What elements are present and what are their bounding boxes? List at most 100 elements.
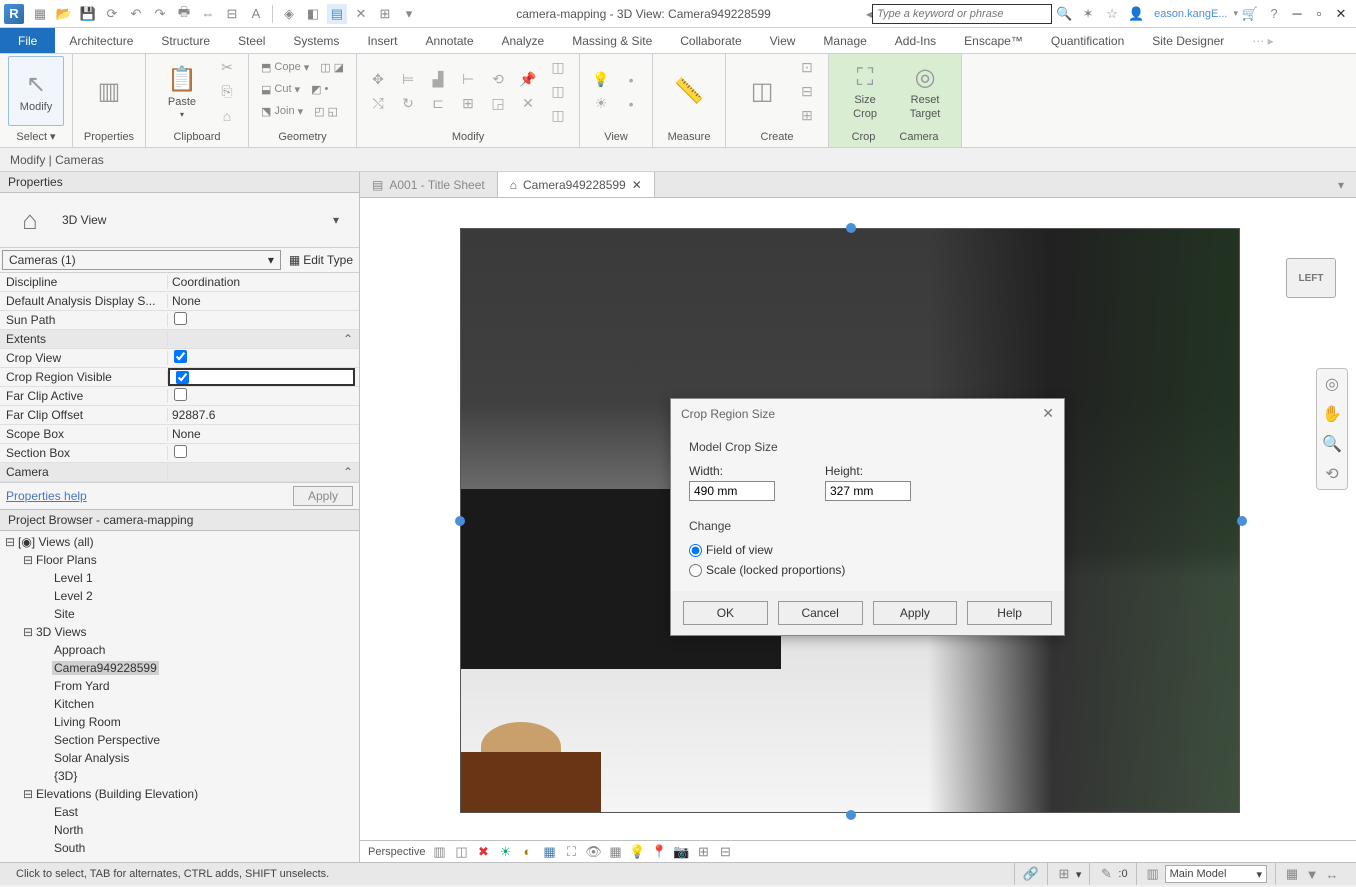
view-cube[interactable]: LEFT (1286, 258, 1336, 298)
vc-crop-icon[interactable]: ⛶ (563, 844, 579, 860)
qat-redo-icon[interactable]: ↷ (150, 4, 170, 24)
tab-collaborate[interactable]: Collaborate (666, 28, 755, 53)
qat-measure-icon[interactable]: ⇔ (198, 4, 218, 24)
qat-undo-icon[interactable]: ↶ (126, 4, 146, 24)
vc-scale-icon[interactable]: ▥ (431, 844, 447, 860)
qat-section-icon[interactable]: ◧ (303, 4, 323, 24)
vc-visual-icon[interactable]: ✖ (475, 844, 491, 860)
align-icon[interactable]: ⊨ (395, 69, 421, 91)
c2-icon[interactable]: ⊟ (794, 81, 820, 103)
sb-worksets-icon[interactable]: ⊞ (1056, 866, 1072, 882)
mirror-icon[interactable]: ▟ (425, 69, 451, 91)
type-selector[interactable]: ⌂ 3D View ▾ (0, 193, 359, 248)
tree-toggle-icon[interactable]: ⊟ (4, 535, 16, 549)
tab-extra-icon[interactable]: ⋯ ▸ (1238, 28, 1287, 53)
cope-button[interactable]: ⬒Cope ▾ ◫ ◪ (257, 56, 348, 78)
tree-item[interactable]: Kitchen (0, 695, 359, 713)
sb-editable-icon[interactable]: ✎ (1098, 866, 1114, 882)
tab-addins[interactable]: Add-Ins (881, 28, 950, 53)
properties-help-link[interactable]: Properties help (6, 489, 293, 503)
tab-steel[interactable]: Steel (224, 28, 279, 53)
tree-item[interactable]: Camera949228599 (0, 659, 359, 677)
tree-toggle-icon[interactable]: ⊟ (22, 553, 34, 567)
expand-icon[interactable]: ⌃ (168, 332, 359, 346)
vc-c2-icon[interactable]: ⊞ (695, 844, 711, 860)
modify-button[interactable]: ↖ Modify (8, 56, 64, 126)
prop-value[interactable]: None (168, 294, 359, 308)
favorite-icon[interactable]: ☆ (1102, 4, 1122, 24)
tabs-menu-icon[interactable]: ▾ (1326, 172, 1356, 197)
qat-thin-icon[interactable]: ▤ (327, 4, 347, 24)
close-button[interactable]: ✕ (1330, 3, 1352, 25)
sb-link-icon[interactable]: 🔗 (1023, 866, 1039, 882)
nav-zoom-icon[interactable]: 🔍 (1321, 433, 1343, 455)
restore-button[interactable]: ▫ (1308, 3, 1330, 25)
main-model-combo[interactable]: Main Model▾ (1165, 865, 1267, 883)
help-icon[interactable]: ? (1264, 4, 1284, 24)
offset-icon[interactable]: ↻ (395, 93, 421, 115)
copy-icon[interactable]: ⎘ (214, 81, 240, 103)
move-icon[interactable]: ✥ (365, 69, 391, 91)
qat-dim-icon[interactable]: ⊟ (222, 4, 242, 24)
qat-3d-icon[interactable]: ◈ (279, 4, 299, 24)
filter-combo[interactable]: Cameras (1)▾ (2, 250, 281, 270)
vc-hide-icon[interactable]: 👁 (585, 844, 601, 860)
tree-item[interactable]: North (0, 821, 359, 839)
tree-item[interactable]: Level 1 (0, 569, 359, 587)
vc-c3-icon[interactable]: ⊟ (717, 844, 733, 860)
del-icon[interactable]: ✕ (515, 93, 541, 115)
tab-view[interactable]: View (756, 28, 810, 53)
tab-title-sheet[interactable]: ▤A001 - Title Sheet (360, 172, 498, 197)
vc-render-icon[interactable]: ▦ (541, 844, 557, 860)
cancel-button[interactable]: Cancel (778, 601, 863, 625)
ok-button[interactable]: OK (683, 601, 768, 625)
expand-icon[interactable]: ⌃ (168, 465, 359, 479)
cut-icon[interactable]: ✂ (214, 57, 240, 79)
prop-value[interactable]: 92887.6 (168, 408, 359, 422)
tab-quantification[interactable]: Quantification (1037, 28, 1138, 53)
vc-prop-icon[interactable]: 📍 (651, 844, 667, 860)
nav-wheel-icon[interactable]: ◎ (1321, 373, 1343, 395)
tab-structure[interactable]: Structure (147, 28, 224, 53)
reset-target-button[interactable]: ◎ResetTarget (897, 57, 953, 127)
tree-item[interactable]: East (0, 803, 359, 821)
cut-geom-button[interactable]: ⬓Cut ▾ ◩ • (257, 78, 332, 100)
qat-open-icon[interactable]: 📂 (54, 4, 74, 24)
array-icon[interactable]: ⊞ (455, 93, 481, 115)
tab-sitedesigner[interactable]: Site Designer (1138, 28, 1238, 53)
sb-drag-icon[interactable]: ↔ (1324, 866, 1340, 882)
tab-analyze[interactable]: Analyze (488, 28, 559, 53)
match-icon[interactable]: ⌂ (214, 105, 240, 127)
tree-item[interactable]: Living Room (0, 713, 359, 731)
dialog-close-button[interactable]: ✕ (1042, 405, 1054, 422)
fov-radio[interactable]: Field of view (689, 543, 1046, 557)
measure-button[interactable]: 📏 (661, 57, 717, 127)
qat-text-icon[interactable]: A (246, 4, 266, 24)
tab-camera-view[interactable]: ⌂Camera949228599✕ (498, 172, 655, 197)
tab-file[interactable]: File (0, 28, 55, 53)
apply-button[interactable]: Apply (293, 486, 353, 506)
prop-value[interactable] (168, 312, 359, 328)
drag-icon[interactable]: ⤭ (365, 93, 391, 115)
prop-value[interactable] (168, 368, 355, 386)
tree-item[interactable]: Solar Analysis (0, 749, 359, 767)
properties-button[interactable]: ▥ (81, 57, 137, 127)
exchange-icon[interactable]: ✶ (1078, 4, 1098, 24)
crop-handle-top[interactable] (846, 223, 856, 233)
c1-icon[interactable]: ⊡ (794, 57, 820, 79)
apply-dialog-button[interactable]: Apply (873, 601, 958, 625)
qat-more-icon[interactable]: ▾ (399, 4, 419, 24)
tab-enscape[interactable]: Enscape™ (950, 28, 1037, 53)
crop-handle-left[interactable] (455, 516, 465, 526)
vc-reveal-icon[interactable]: 💡 (629, 844, 645, 860)
width-input[interactable] (689, 481, 775, 501)
nav-orbit-icon[interactable]: ⟲ (1321, 463, 1343, 485)
edit-type-button[interactable]: ▦Edit Type (283, 253, 359, 267)
tab-insert[interactable]: Insert (353, 28, 411, 53)
tab-architecture[interactable]: Architecture (55, 28, 147, 53)
show-icon[interactable]: ☀ (588, 93, 614, 115)
tree-item[interactable]: ⊟3D Views (0, 623, 359, 641)
height-input[interactable] (825, 481, 911, 501)
tree-item[interactable]: South (0, 839, 359, 857)
qat-sync-icon[interactable]: ⟳ (102, 4, 122, 24)
